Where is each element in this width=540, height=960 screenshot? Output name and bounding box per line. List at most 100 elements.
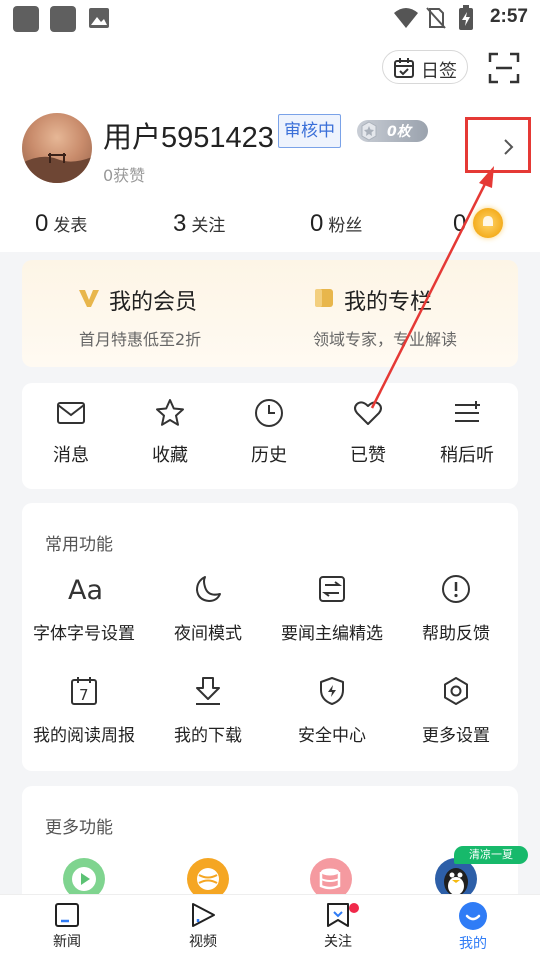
- weekly-report-glyph: 7: [79, 686, 89, 704]
- stat-fans-label: 粉丝: [328, 216, 363, 236]
- summer-promo-tag: 清凉一夏: [454, 846, 528, 864]
- membership-subtitle: 首月特惠低至2折: [79, 330, 202, 349]
- battery-charging-icon: [459, 5, 473, 30]
- editor-pick-icon: [319, 576, 345, 602]
- coin-icon[interactable]: [473, 208, 503, 238]
- stat-coins[interactable]: 0: [453, 210, 466, 244]
- notification-square-icon: [50, 6, 76, 32]
- shortcut-label: 历史: [251, 445, 287, 466]
- shortcut-label: 稍后听: [440, 445, 494, 466]
- status-time: 2:57: [489, 6, 528, 27]
- stat-fans-count: 0: [310, 210, 324, 237]
- calendar-check-icon: [394, 58, 414, 78]
- shortcut-label: 消息: [53, 445, 89, 466]
- tab-news[interactable]: 新闻: [22, 901, 112, 959]
- video-tab-icon: [192, 903, 215, 927]
- more-settings[interactable]: 更多设置: [394, 675, 518, 759]
- stat-posts[interactable]: 0 发表: [35, 210, 87, 244]
- stat-fans[interactable]: 0 粉丝: [310, 210, 362, 244]
- shortcut-label: 收藏: [152, 445, 188, 466]
- me-tab-icon: [459, 902, 487, 930]
- my-downloads[interactable]: 我的下载: [146, 675, 270, 759]
- heart-icon: [354, 401, 382, 425]
- shortcut-favorites[interactable]: 收藏: [121, 397, 219, 485]
- column-title: 我的专栏: [344, 290, 433, 315]
- no-sim-icon: [426, 7, 446, 29]
- listen-later-icon: [455, 401, 480, 422]
- stat-following-label: 关注: [191, 216, 226, 236]
- medal-icon: [361, 121, 377, 141]
- tab-video[interactable]: 视频: [158, 901, 248, 959]
- clock-icon: [255, 399, 283, 427]
- checkin-label: 日签: [421, 61, 457, 82]
- membership-title: 我的会员: [109, 290, 198, 315]
- notification-square-icon: [13, 6, 39, 32]
- shield-icon: [320, 677, 344, 705]
- image-icon: [89, 8, 109, 28]
- shortcut-messages[interactable]: 消息: [22, 397, 120, 485]
- tab-label: 关注: [324, 934, 352, 950]
- help-icon: [442, 575, 470, 603]
- help-feedback[interactable]: 帮助反馈: [394, 573, 518, 657]
- weekly-report-icon: 7: [71, 677, 97, 705]
- shortcut-liked[interactable]: 已赞: [319, 397, 417, 485]
- coin-bell-icon: [483, 216, 493, 226]
- stat-following-count: 3: [173, 210, 187, 237]
- mail-icon: [57, 402, 85, 424]
- tab-label: 视频: [189, 934, 217, 950]
- shortcut-label: 已赞: [350, 445, 386, 466]
- vip-card: 我的会员 首月特惠低至2折 我的专栏 领域专家，专业解读: [22, 260, 518, 367]
- func-label: 更多设置: [422, 726, 490, 746]
- func-label: 帮助反馈: [422, 624, 490, 644]
- column-subtitle: 领域专家，专业解读: [313, 330, 458, 349]
- tab-label: 新闻: [53, 934, 81, 950]
- follow-tab-icon: [327, 903, 349, 927]
- more-functions-card: 更多功能 清凉一夏: [22, 786, 528, 906]
- night-mode[interactable]: 夜间模式: [146, 573, 270, 657]
- security-center[interactable]: 安全中心: [270, 675, 394, 759]
- wifi-icon: [394, 8, 418, 28]
- membership-entry[interactable]: 我的会员 首月特惠低至2折: [22, 260, 270, 367]
- tab-me[interactable]: 我的: [428, 901, 518, 959]
- likes-count: 0获赞: [103, 166, 146, 185]
- medal-badge[interactable]: 0枚: [357, 120, 428, 142]
- font-size-setting[interactable]: Aa 字体字号设置: [22, 573, 146, 657]
- tab-follow[interactable]: 关注: [293, 901, 383, 959]
- func-label: 我的阅读周报: [33, 726, 135, 746]
- column-entry[interactable]: 我的专栏 领域专家，专业解读: [270, 260, 518, 367]
- scan-icon[interactable]: [488, 52, 520, 84]
- shortcut-card: 消息 收藏 历史 已赞 稍后听: [22, 383, 518, 489]
- star-icon: [156, 399, 184, 426]
- stat-posts-count: 0: [35, 210, 49, 237]
- section-title: 更多功能: [45, 818, 113, 838]
- stat-coins-count: 0: [453, 210, 467, 237]
- status-bar: 2:57: [0, 0, 540, 36]
- func-label: 我的下载: [174, 726, 242, 746]
- func-label: 安全中心: [298, 726, 366, 746]
- editor-picks[interactable]: 要闻主编精选: [270, 573, 394, 657]
- review-status-badge: 审核中: [278, 114, 341, 148]
- daily-checkin-button[interactable]: 日签: [382, 50, 468, 84]
- func-label: 字体字号设置: [33, 624, 135, 644]
- stat-following[interactable]: 3 关注: [173, 210, 225, 244]
- font-size-icon: Aa: [68, 575, 102, 605]
- shortcut-listen-later[interactable]: 稍后听: [418, 397, 516, 485]
- func-label: 要闻主编精选: [281, 624, 383, 644]
- reading-weekly-report[interactable]: 7 我的阅读周报: [22, 675, 146, 759]
- shortcut-history[interactable]: 历史: [220, 397, 318, 485]
- font-size-glyph: Aa: [68, 575, 102, 605]
- common-functions-card: 常用功能 Aa 字体字号设置 夜间模式 要闻主编精选 帮助反馈 7 我的阅读周报…: [22, 503, 518, 771]
- notification-dot: [349, 903, 359, 913]
- section-title: 常用功能: [45, 535, 113, 555]
- vip-v-icon: [79, 290, 99, 307]
- avatar[interactable]: [22, 113, 92, 183]
- func-label: 夜间模式: [174, 624, 242, 644]
- annotation-highlight-box: [465, 117, 531, 173]
- tab-label: 我的: [459, 936, 487, 952]
- stat-posts-label: 发表: [53, 216, 88, 236]
- username: 用户5951423: [103, 122, 274, 154]
- settings-hex-icon: [444, 677, 468, 705]
- medal-count: 0枚: [387, 124, 411, 140]
- news-icon: [55, 903, 79, 927]
- download-icon: [196, 677, 220, 705]
